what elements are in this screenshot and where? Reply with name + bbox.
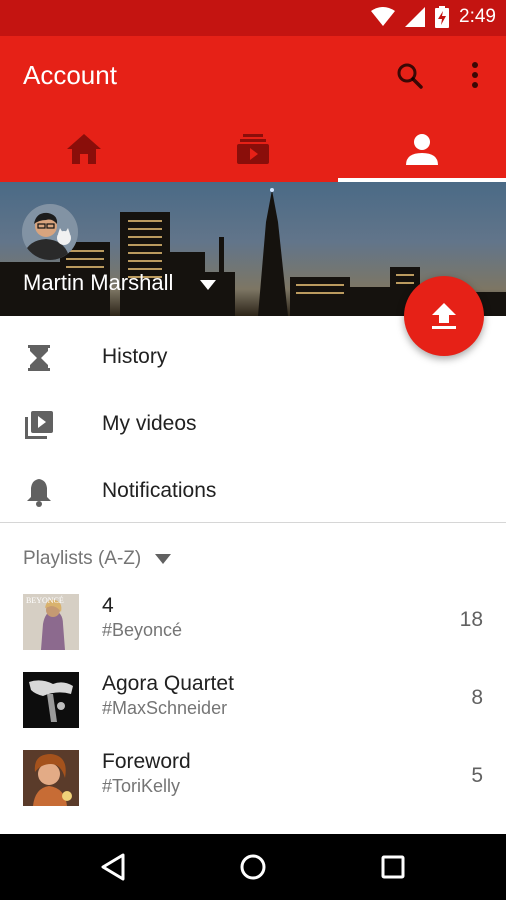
video-library-icon (24, 410, 54, 440)
playlist-subtitle: #Beyoncé (102, 620, 183, 640)
menu-item-notifications[interactable]: Notifications (0, 458, 506, 524)
playlist-item[interactable]: Agora Quartet #MaxSchneider 8 (0, 660, 506, 738)
playlists-sort-button[interactable]: Playlists (A-Z) (23, 548, 172, 570)
home-circle-icon (240, 854, 266, 880)
avatar-image (22, 204, 78, 260)
status-bar: 2:49 (0, 0, 506, 36)
arrow-drop-down-icon (155, 554, 172, 564)
back-button[interactable] (96, 850, 130, 884)
wifi-icon (371, 7, 396, 26)
back-icon (101, 853, 125, 881)
page-title: Account (23, 60, 117, 90)
more-options-button[interactable] (464, 60, 486, 95)
playlist-title: Foreword (102, 750, 191, 773)
battery-charging-icon (435, 6, 450, 28)
playlist-subtitle: #ToriKelly (102, 776, 181, 796)
playlist-title: Agora Quartet (102, 672, 234, 695)
playlist-thumbnail: BEYONCÉ (23, 594, 79, 650)
thumbnail-text: BEYONCÉ (26, 595, 64, 605)
playlist-count: 5 (471, 764, 483, 787)
home-button[interactable] (236, 850, 270, 884)
subscriptions-icon (237, 134, 269, 164)
tab-account[interactable] (338, 116, 506, 182)
search-button[interactable] (396, 62, 424, 95)
playlist-count: 8 (471, 686, 483, 709)
menu-label: History (102, 345, 168, 368)
tab-bar (0, 116, 506, 182)
divider (0, 522, 506, 523)
search-icon (397, 63, 423, 89)
avatar[interactable] (22, 204, 78, 260)
menu-label: Notifications (102, 479, 217, 502)
playlist-thumbnail (23, 672, 79, 728)
playlist-item[interactable]: BEYONCÉ 4 #Beyoncé 18 (0, 582, 506, 660)
signal-icon (405, 7, 426, 27)
more-vert-icon (472, 62, 478, 88)
arrow-drop-down-icon (200, 280, 216, 290)
profile-name[interactable]: Martin Marshall (23, 270, 173, 296)
person-icon (406, 134, 438, 165)
home-icon (67, 134, 101, 164)
status-icons: 2:49 (371, 6, 496, 28)
hourglass-icon (24, 343, 54, 373)
playlist-thumbnail (23, 750, 79, 806)
recents-button[interactable] (376, 850, 410, 884)
playlist-item[interactable]: Foreword #ToriKelly 5 (0, 738, 506, 816)
playlist-count: 18 (459, 608, 483, 631)
playlist-title: 4 (102, 594, 114, 617)
playlist-subtitle: #MaxSchneider (102, 698, 228, 718)
tab-home[interactable] (0, 116, 168, 182)
menu-item-my-videos[interactable]: My videos (0, 391, 506, 457)
bell-icon (24, 477, 54, 507)
menu-item-history[interactable]: History (0, 324, 506, 390)
status-time: 2:49 (459, 6, 496, 27)
app-bar: Account (0, 36, 506, 116)
system-nav-bar (0, 834, 506, 900)
menu-label: My videos (102, 412, 197, 435)
playlists-header: Playlists (A-Z) (23, 548, 142, 569)
account-switcher-button[interactable] (200, 277, 216, 295)
recents-icon (381, 855, 405, 879)
tab-subscriptions[interactable] (169, 116, 337, 182)
